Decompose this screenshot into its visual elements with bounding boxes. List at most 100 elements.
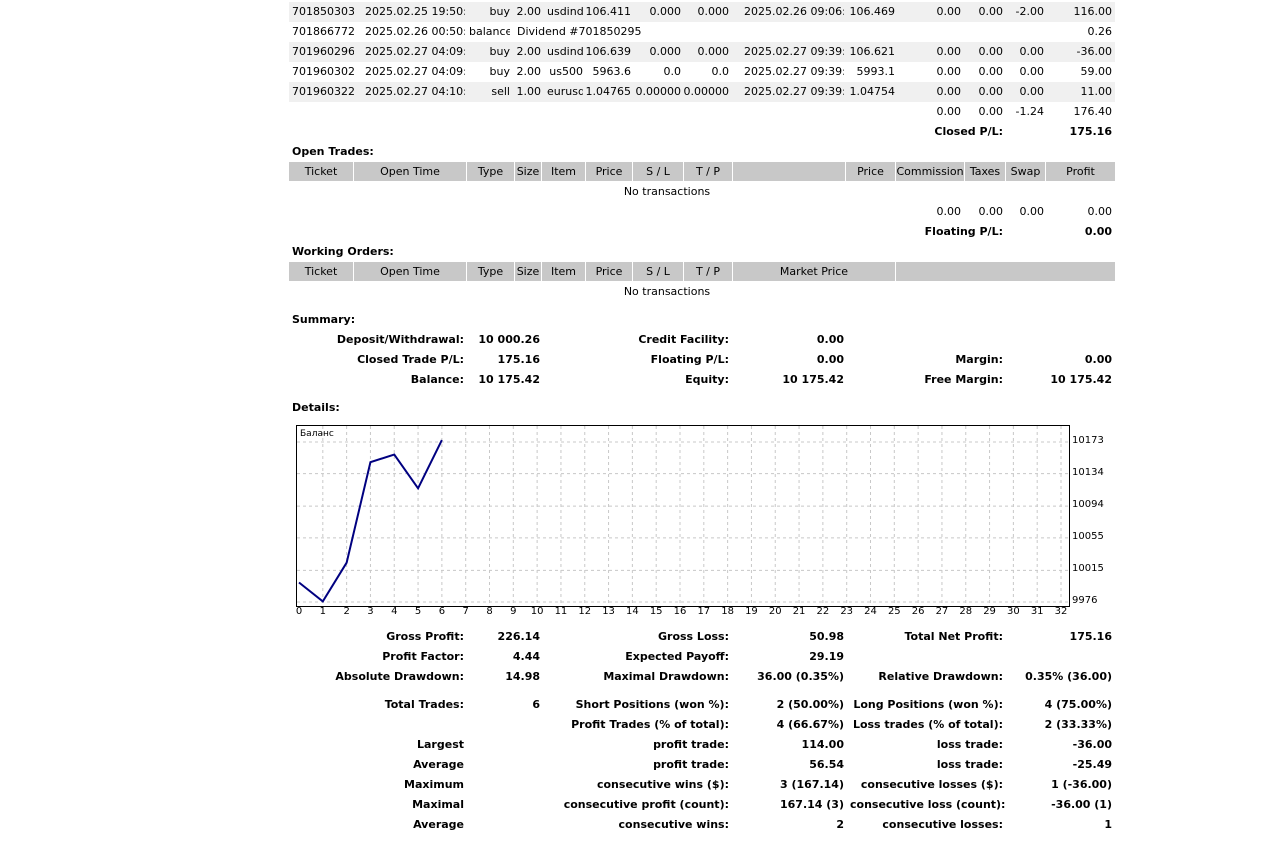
stat-label: consecutive profit (count):	[563, 798, 729, 811]
cell-size: 1.00	[516, 85, 542, 98]
cell-price: 1.04765	[585, 85, 632, 98]
stat-value: -25.49	[1072, 758, 1112, 771]
working-orders-title: Working Orders:	[292, 245, 394, 258]
stat-value: 50.98	[809, 630, 844, 643]
cell-profit: 11.00	[1080, 85, 1113, 98]
x-tick-label: 15	[649, 606, 663, 617]
column-header: Market Price	[733, 262, 896, 281]
cell-ticket: 701960322	[292, 85, 354, 98]
stat-label: Expected Payoff:	[625, 650, 729, 663]
cell-type: buy	[489, 45, 510, 58]
cell-size: 2.00	[516, 45, 542, 58]
cell-close-price: 1.04754	[849, 85, 896, 98]
cell-item: usdind	[547, 5, 583, 18]
cell-swap: 0.00	[1019, 85, 1045, 98]
balance-chart-svg	[297, 426, 1069, 606]
no-transactions-text: No transactions	[623, 285, 711, 298]
column-header: Size	[515, 162, 542, 181]
stat-label: Relative Drawdown:	[878, 670, 1003, 683]
x-tick-label: 10	[530, 606, 544, 617]
table-row: 701850303 2025.02.25 19:50:57 buy 2.00 usdin…	[289, 2, 1115, 22]
column-header: Ticket	[289, 162, 354, 181]
cell-close-price: 106.621	[849, 45, 896, 58]
stat-label: Maximal	[412, 798, 464, 811]
cell-close-time: 2025.02.27 09:39:35	[744, 85, 844, 98]
margin-label: Margin:	[955, 353, 1003, 366]
stat-value: 4 (66.67%)	[776, 718, 844, 731]
equity-value: 10 175.42	[782, 373, 844, 386]
closed-pl-label: Closed P/L:	[934, 125, 1003, 138]
column-header: Open Time	[354, 162, 467, 181]
x-tick-label: 1	[319, 606, 326, 617]
x-tick-label: 21	[792, 606, 806, 617]
cell-close-time: 2025.02.26 09:06:40	[744, 5, 844, 18]
cell-sl: 0.000	[649, 45, 682, 58]
x-tick-label: 14	[626, 606, 639, 617]
stat-label: consecutive losses:	[882, 818, 1003, 831]
column-header: S / L	[633, 162, 684, 181]
x-tick-label: 18	[721, 606, 734, 617]
y-tick-label: 10094	[1072, 499, 1104, 511]
column-header: Item	[542, 262, 586, 281]
summary-floating-label: Floating P/L:	[650, 353, 729, 366]
no-transactions-text: No transactions	[623, 185, 711, 198]
cell-comment: Dividend #701850295	[517, 25, 642, 38]
table-row: 701960296 2025.02.27 04:09:46 buy 2.00 usdin…	[289, 42, 1115, 62]
stat-label: Profit Trades (% of total):	[571, 718, 729, 731]
stat-value: 2 (50.00%)	[776, 698, 844, 711]
cell-ticket: 701866772	[292, 25, 354, 38]
cell-commission: 0.00	[936, 45, 962, 58]
cell-taxes: 0.00	[978, 45, 1004, 58]
table-row: 701866772 2025.02.26 00:50:08 balance 0.26 D…	[289, 22, 1115, 42]
cell-type: buy	[489, 5, 510, 18]
total-commission: 0.00	[936, 105, 962, 118]
open-totals-row: 0.00 0.00 0.00 0.00	[289, 202, 1115, 222]
cell-open-time: 2025.02.26 00:50:08	[365, 25, 465, 38]
column-header: T / P	[684, 162, 733, 181]
cell-item: eurusd	[547, 85, 583, 98]
stat-value: 1	[1104, 818, 1112, 831]
stat-value: 36.00 (0.35%)	[757, 670, 844, 683]
table-row: 701960322 2025.02.27 04:10:03 sell 1.00 euru…	[289, 82, 1115, 102]
stat-label: Maximal Drawdown:	[603, 670, 729, 683]
x-tick-label: 27	[935, 606, 949, 617]
closed-pl-value: 175.16	[1069, 125, 1112, 138]
x-tick-label: 16	[673, 606, 687, 617]
stat-value: 0.35% (36.00)	[1025, 670, 1112, 683]
margin-value: 0.00	[1084, 353, 1112, 366]
cell-tp: 0.0	[711, 65, 730, 78]
stat-label: Gross Loss:	[658, 630, 729, 643]
column-header	[896, 262, 1116, 281]
y-tick-label: 10134	[1072, 466, 1104, 478]
stat-label: consecutive loss (count):	[850, 798, 1006, 811]
cell-close-price: 5993.1	[856, 65, 896, 78]
cell-ticket: 701960296	[292, 45, 354, 58]
cell-taxes: 0.00	[978, 85, 1004, 98]
stat-label: Total Net Profit:	[904, 630, 1004, 643]
open-total-taxes: 0.00	[978, 205, 1004, 218]
cell-profit: -36.00	[1076, 45, 1112, 58]
cell-tp: 0.00000	[683, 85, 730, 98]
cell-taxes: 0.00	[978, 65, 1004, 78]
cell-taxes: 0.00	[978, 5, 1004, 18]
stat-value: 175.16	[1069, 630, 1112, 643]
column-header: Type	[467, 262, 515, 281]
equity-label: Equity:	[685, 373, 729, 386]
cell-commission: 0.00	[936, 85, 962, 98]
stat-label: profit trade:	[653, 758, 729, 771]
column-header: Profit	[1046, 162, 1116, 181]
stat-value: 56.54	[809, 758, 844, 771]
stat-label: loss trade:	[936, 738, 1003, 751]
cell-ticket: 701960302	[292, 65, 354, 78]
open-total-swap: 0.00	[1019, 205, 1045, 218]
cell-tp: 0.000	[697, 45, 730, 58]
cell-profit: 59.00	[1080, 65, 1113, 78]
closed-pl-row: Closed P/L: 175.16	[289, 122, 1115, 142]
cell-profit: 116.00	[1073, 5, 1113, 18]
column-header: Size	[515, 262, 542, 281]
x-tick-label: 8	[486, 606, 493, 617]
cell-open-time: 2025.02.25 19:50:57	[365, 5, 465, 18]
stat-label: loss trade:	[936, 758, 1003, 771]
y-tick-label: 10173	[1072, 435, 1104, 446]
stat-label: Short Positions (won %):	[575, 698, 729, 711]
